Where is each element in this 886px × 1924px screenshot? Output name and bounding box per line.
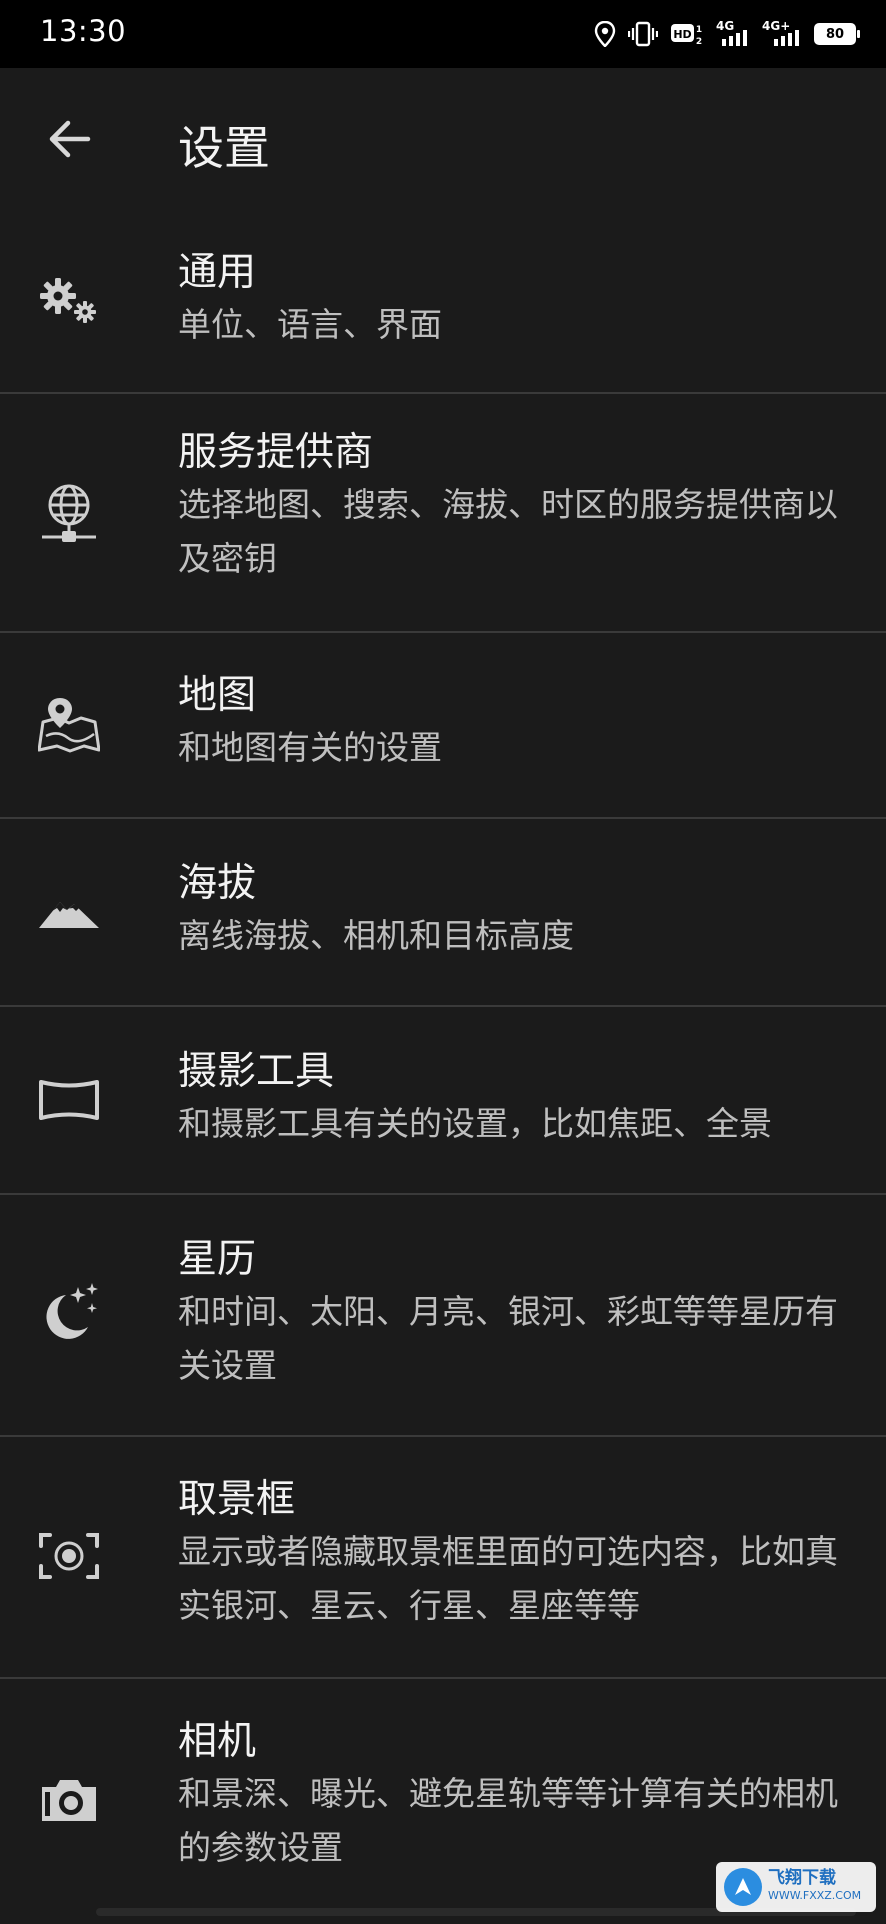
- moon-stars-icon: [34, 1279, 104, 1349]
- map-pin-icon: [34, 689, 104, 759]
- vibrate-icon: [628, 21, 658, 47]
- signal-4g-plus-icon: 4G+: [762, 20, 802, 48]
- settings-item-title: 摄影工具: [178, 1049, 335, 1094]
- settings-item-title: 地图: [178, 673, 257, 718]
- status-time: 13:30: [40, 14, 127, 48]
- settings-item-subtitle: 和时间、太阳、月亮、银河、彩虹等等星历有关设置: [178, 1292, 838, 1385]
- settings-list: 通用 单位、语言、界面 服务提供商 选择地图、搜索、海拔、时区的服务提供商以及密…: [0, 210, 886, 1924]
- settings-item-title: 海拔: [178, 861, 257, 906]
- settings-item-elevation[interactable]: 海拔 离线海拔、相机和目标高度: [0, 819, 886, 1007]
- app-bar: 设置: [0, 68, 886, 210]
- gears-icon: [34, 266, 104, 336]
- settings-item-title: 相机: [178, 1719, 257, 1764]
- status-icons: HD 1 2 4G 4G+ 80: [594, 18, 860, 50]
- globe-network-icon: [34, 478, 104, 548]
- settings-item-viewfinder[interactable]: 取景框 显示或者隐藏取景框里面的可选内容，比如真实银河、星云、行星、星座等等: [0, 1437, 886, 1679]
- settings-item-service-provider[interactable]: 服务提供商 选择地图、搜索、海拔、时区的服务提供商以及密钥: [0, 394, 886, 633]
- mountain-icon: [34, 877, 104, 947]
- settings-item-title: 取景框: [178, 1477, 296, 1522]
- settings-item-general[interactable]: 通用 单位、语言、界面: [0, 210, 886, 394]
- viewfinder-icon: [34, 1521, 104, 1591]
- camera-icon: [34, 1765, 104, 1835]
- settings-item-title: 通用: [178, 250, 257, 295]
- settings-item-subtitle: 和地图有关的设置: [178, 728, 442, 767]
- battery-level: 80: [825, 26, 845, 42]
- svg-text:2: 2: [696, 37, 702, 47]
- back-button[interactable]: [30, 100, 108, 178]
- svg-text:1: 1: [696, 25, 702, 35]
- page-title: 设置: [178, 121, 270, 175]
- watermark-text: 飞翔下载: [768, 1868, 836, 1888]
- watermark: 飞翔下载 WWW.FXXZ.COM: [716, 1862, 876, 1912]
- location-icon: [594, 21, 616, 47]
- settings-item-subtitle: 选择地图、搜索、海拔、时区的服务提供商以及密钥: [178, 485, 838, 578]
- settings-item-ephemeris[interactable]: 星历 和时间、太阳、月亮、银河、彩虹等等星历有关设置: [0, 1195, 886, 1437]
- settings-item-subtitle: 离线海拔、相机和目标高度: [178, 916, 574, 955]
- fxxz-logo-icon: [724, 1868, 762, 1906]
- settings-item-subtitle: 和景深、曝光、避免星轨等等计算有关的相机的参数设置: [178, 1774, 838, 1867]
- settings-item-title: 星历: [178, 1237, 257, 1282]
- panorama-icon: [34, 1065, 104, 1135]
- settings-item-subtitle: 显示或者隐藏取景框里面的可选内容，比如真实银河、星云、行星、星座等等: [178, 1532, 838, 1625]
- signal-4g-icon: 4G: [716, 20, 750, 48]
- settings-item-map[interactable]: 地图 和地图有关的设置: [0, 633, 886, 819]
- settings-item-subtitle: 和摄影工具有关的设置，比如焦距、全景: [178, 1104, 772, 1143]
- hd-icon: HD 1 2: [670, 21, 704, 47]
- watermark-url: WWW.FXXZ.COM: [768, 1889, 862, 1902]
- status-bar: 13:30 HD 1 2 4G 4G+ 80: [0, 0, 886, 68]
- settings-item-photo-tools[interactable]: 摄影工具 和摄影工具有关的设置，比如焦距、全景: [0, 1007, 886, 1195]
- settings-item-title: 服务提供商: [178, 430, 374, 475]
- svg-text:HD: HD: [673, 28, 691, 41]
- settings-item-subtitle: 单位、语言、界面: [178, 305, 442, 344]
- battery-icon: 80: [814, 23, 860, 45]
- arrow-back-icon: [49, 120, 91, 158]
